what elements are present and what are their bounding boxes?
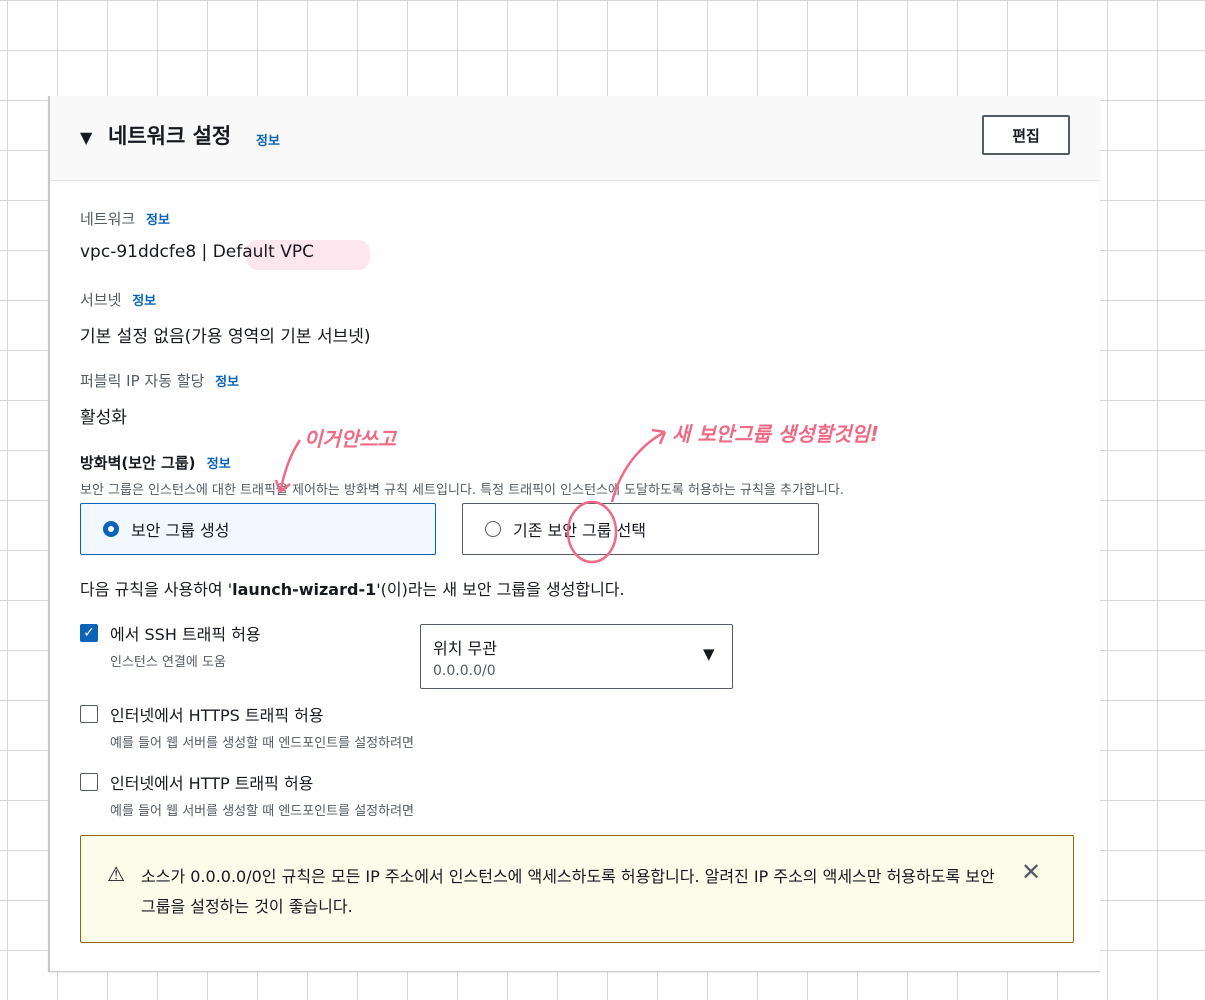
radio-selected-icon[interactable] (103, 521, 119, 537)
subnet-label-row: 서브넷 정보 (80, 289, 156, 310)
rule-text-suffix: '(이)라는 새 보안 그룹을 생성합니다. (376, 580, 625, 599)
ssh-rule-description: 인스턴스 연결에 도움 (110, 655, 226, 670)
ssh-checkbox[interactable]: ✓ (80, 624, 98, 642)
firewall-label-row: 방화벽(보안 그룹) 정보 (80, 452, 231, 473)
warning-alert: ⚠ 소스가 0.0.0.0/0인 규칙은 모든 IP 주소에서 인스턴스에 액세… (80, 835, 1074, 943)
panel-header[interactable]: ▼ 네트워크 설정 정보 편집 (50, 96, 1100, 181)
subnet-label: 서브넷 (80, 291, 122, 309)
rule-creation-text: 다음 규칙을 사용하여 'launch-wizard-1'(이)라는 새 보안 … (80, 576, 625, 600)
http-checkbox[interactable] (80, 773, 98, 791)
http-rule-description: 예를 들어 웹 서버를 생성할 때 엔드포인트를 설정하려면 (110, 804, 415, 819)
https-rule-label: 인터넷에서 HTTPS 트래픽 허용 (110, 706, 324, 725)
firewall-description: 보안 그룹은 인스턴스에 대한 트래픽을 제어하는 방화벽 규칙 세트입니다. … (80, 483, 844, 498)
close-icon[interactable]: ✕ (1021, 858, 1041, 886)
panel-title: 네트워크 설정 (108, 124, 232, 148)
http-rule-label: 인터넷에서 HTTP 트래픽 허용 (110, 774, 314, 793)
warning-icon: ⚠ (107, 862, 125, 886)
edit-button[interactable]: 편집 (982, 115, 1070, 155)
select-existing-security-group-label: 기존 보안 그룹 선택 (513, 521, 647, 540)
network-label-row: 네트워크 정보 (80, 208, 170, 229)
select-existing-security-group-option[interactable]: 기존 보안 그룹 선택 (462, 503, 819, 555)
annotation-right-note: 새 보안그룹 생성할것임! (672, 422, 880, 446)
network-settings-panel: ▼ 네트워크 설정 정보 편집 네트워크 정보 vpc-91ddcfe8 | D… (48, 96, 1100, 972)
firewall-info-link[interactable]: 정보 (207, 457, 231, 472)
create-security-group-label: 보안 그룹 생성 (131, 521, 230, 540)
annotation-left-note: 이거안쓰고 (304, 427, 396, 451)
ssh-source-value: 위치 무관 (433, 639, 497, 658)
public-ip-info-link[interactable]: 정보 (215, 375, 239, 390)
firewall-label: 방화벽(보안 그룹) (80, 454, 196, 472)
dropdown-arrow-icon: ▼ (703, 645, 715, 663)
create-security-group-option[interactable]: 보안 그룹 생성 (80, 503, 436, 555)
public-ip-label: 퍼블릭 IP 자동 할당 (80, 372, 205, 390)
https-rule-description: 예를 들어 웹 서버를 생성할 때 엔드포인트를 설정하려면 (110, 736, 415, 751)
https-checkbox[interactable] (80, 705, 98, 723)
ssh-rule-label: 에서 SSH 트래픽 허용 (110, 625, 261, 644)
public-ip-label-row: 퍼블릭 IP 자동 할당 정보 (80, 370, 239, 391)
subnet-value: 기본 설정 없음(가용 영역의 기본 서브넷) (80, 327, 371, 347)
warning-text: 소스가 0.0.0.0/0인 규칙은 모든 IP 주소에서 인스턴스에 액세스하… (141, 867, 995, 916)
radio-unselected-icon[interactable] (485, 521, 501, 537)
panel-info-link[interactable]: 정보 (256, 130, 280, 149)
ssh-source-detail: 0.0.0.0/0 (433, 663, 496, 679)
network-info-link[interactable]: 정보 (146, 213, 170, 228)
public-ip-value: 활성화 (80, 408, 127, 428)
security-group-name: launch-wizard-1 (232, 580, 377, 599)
network-value: vpc-91ddcfe8 | Default VPC (80, 242, 314, 262)
subnet-info-link[interactable]: 정보 (132, 294, 156, 309)
collapse-triangle-icon[interactable]: ▼ (80, 128, 92, 147)
network-label: 네트워크 (80, 210, 136, 228)
rule-text-prefix: 다음 규칙을 사용하여 ' (80, 580, 233, 599)
ssh-source-select[interactable]: 위치 무관 0.0.0.0/0 ▼ (420, 624, 733, 689)
